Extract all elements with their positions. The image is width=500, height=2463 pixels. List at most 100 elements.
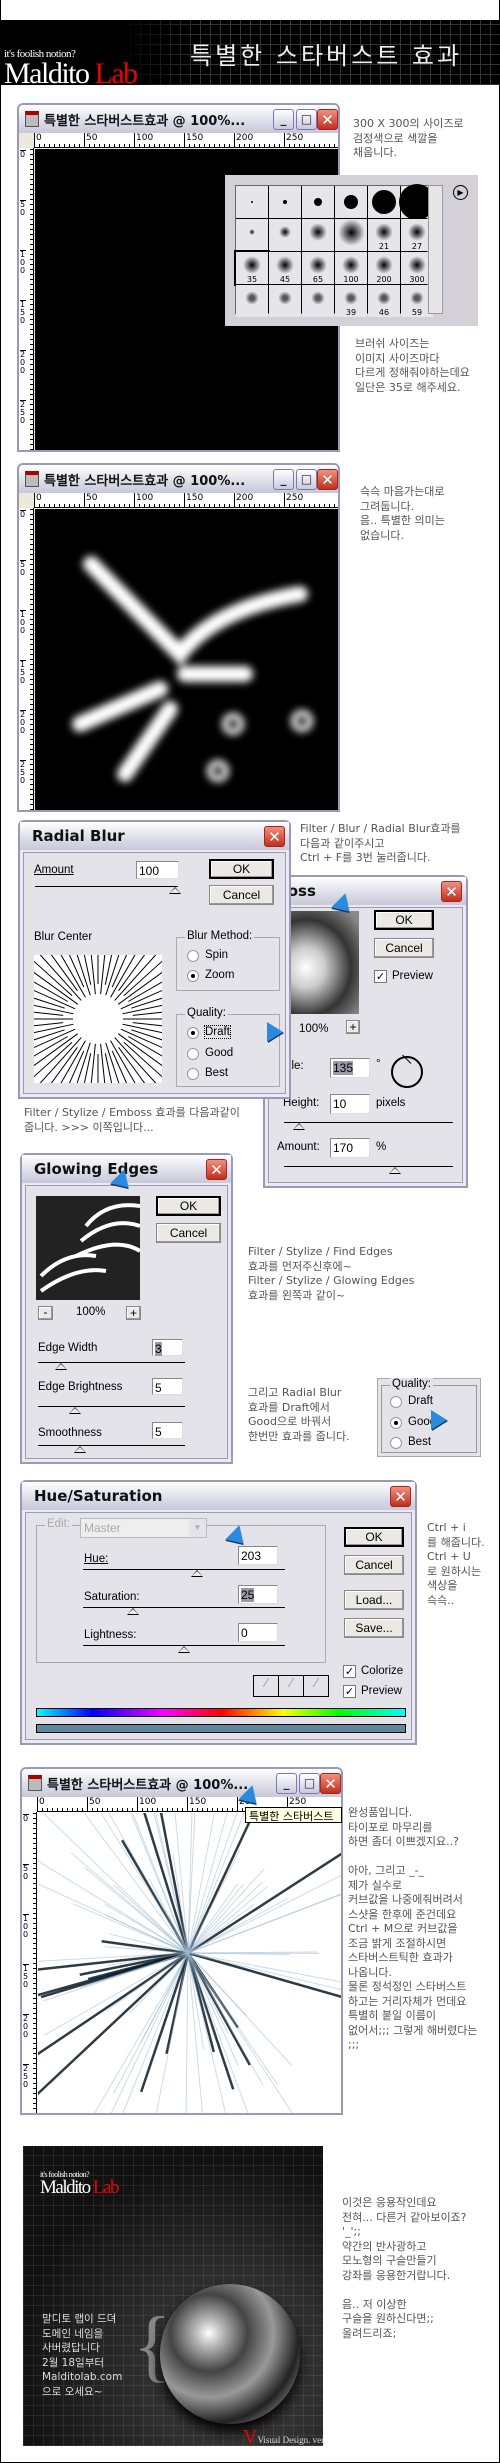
saturation-field[interactable]: 25 [238,1585,278,1604]
amount-slider-thumb[interactable] [389,1167,401,1174]
cancel-button[interactable]: Cancel [374,938,434,958]
edge-brightness-field[interactable]: 5 [152,1378,183,1395]
save-button[interactable]: Save... [344,1618,404,1638]
maximize-button[interactable]: □ [296,109,317,130]
brush-tip[interactable] [236,285,268,317]
minimize-button[interactable]: _ [273,109,294,130]
blur-center-preview[interactable] [34,955,162,1083]
brush-tip[interactable] [335,219,367,251]
minimize-button[interactable]: _ [276,1773,297,1794]
window-titlebar[interactable]: 특별한 스타버스트효과 @ 100%... _ □ ✕ [19,465,338,493]
minimize-button[interactable]: _ [273,469,294,490]
brush-tip[interactable] [368,186,400,218]
ok-button[interactable]: OK [344,1527,404,1547]
ruler-label: 100 [134,493,153,508]
preview-checkbox[interactable]: ✓ [374,970,387,983]
close-button[interactable]: ✕ [441,881,462,902]
height-slider-thumb[interactable] [293,1123,305,1130]
angle-field[interactable]: 135 [330,1058,370,1078]
brush-tip[interactable]: 21 [368,219,400,251]
ok-button[interactable]: OK [374,910,434,930]
brush-tip[interactable]: 35 [236,252,268,284]
note-step-10: 이것은 응용작인데요 전혀... 다른거 같아보이죠? '_';; 약간의 반사… [342,2196,467,2341]
zoom-radio[interactable] [187,970,199,982]
eyedropper-icon[interactable]: ⁄ [254,1676,279,1696]
brush-scrollbar[interactable] [428,185,443,314]
amount-slider-thumb[interactable] [169,887,181,894]
smoothness-thumb[interactable] [74,1446,86,1453]
preview-checkbox[interactable]: ✓ [343,1685,356,1698]
good-radio[interactable] [187,1048,199,1060]
best-radio[interactable] [390,1437,402,1449]
amount-field[interactable]: 170 [330,1138,370,1158]
ruler-label: 0 [20,510,26,519]
saturation-slider-thumb[interactable] [127,1608,139,1615]
zoom-in-button[interactable]: + [126,1306,141,1320]
brush-tip[interactable] [236,219,268,251]
spin-radio[interactable] [187,950,199,962]
brush-tip[interactable]: 46 [368,285,400,317]
maximize-button[interactable]: □ [299,1773,320,1794]
edge-brightness-thumb[interactable] [69,1407,81,1414]
brush-tip[interactable] [236,186,268,218]
blur-ray [133,1023,162,1029]
close-button[interactable]: ✕ [320,1773,341,1794]
ok-button[interactable]: OK [209,859,274,879]
eyedropper-minus-icon[interactable]: ⁄ [304,1676,328,1696]
hue-slider-thumb[interactable] [191,1570,203,1577]
draft-radio[interactable] [390,1396,402,1408]
panel-menu-arrow-icon[interactable]: ▶ [453,185,468,200]
burst-ray [38,1953,188,2074]
zoom-in-button[interactable]: + [346,1020,360,1034]
close-button[interactable]: ✕ [317,469,338,490]
close-button[interactable]: ✕ [206,1159,227,1180]
colorize-checkbox[interactable]: ✓ [343,1665,356,1678]
brush-tip[interactable] [302,186,334,218]
angle-dial[interactable] [391,1056,423,1088]
window-titlebar[interactable]: 특별한 스타버스트효과 @ 100%... _ □ ✕ [19,105,338,133]
edge-brightness-slider[interactable] [38,1406,185,1407]
best-radio[interactable] [187,1068,199,1080]
window-titlebar[interactable]: 특별한 스타버스트효과 @ 100%... _ □ ✕ [22,1769,341,1797]
brush-tip[interactable]: 65 [302,252,334,284]
load-button[interactable]: Load... [344,1590,404,1610]
brush-tip[interactable] [302,219,334,251]
brush-tip[interactable]: 39 [335,285,367,317]
cancel-button[interactable]: Cancel [344,1555,404,1575]
smoothness-field[interactable]: 5 [152,1422,183,1439]
eyedropper-plus-icon[interactable]: ⁄ [279,1676,304,1696]
hue-field[interactable]: 203 [238,1546,278,1565]
edge-width-thumb[interactable] [55,1363,67,1370]
amount-field[interactable]: 100 [136,861,179,879]
draft-radio[interactable] [187,1027,199,1039]
brush-tip[interactable] [269,186,301,218]
blur-ray [133,1009,162,1015]
close-button[interactable]: ✕ [390,1486,411,1507]
brush-tip[interactable] [302,285,334,317]
cancel-button[interactable]: Cancel [156,1223,221,1243]
brush-tip[interactable]: 200 [368,252,400,284]
height-field[interactable]: 10 [330,1094,370,1114]
height-slider[interactable] [284,1122,453,1123]
brush-tip[interactable]: 45 [269,252,301,284]
cancel-button[interactable]: Cancel [209,885,274,905]
lightness-field[interactable]: 0 [238,1623,278,1642]
close-button[interactable]: ✕ [317,109,338,130]
edit-dropdown[interactable]: Master ▼ [80,1518,207,1538]
maximize-button[interactable]: □ [296,469,317,490]
brush-tip[interactable] [335,186,367,218]
close-button[interactable]: ✕ [264,826,285,847]
brush-tip[interactable] [269,219,301,251]
amount-slider[interactable] [35,886,178,887]
ok-button[interactable]: OK [156,1196,221,1216]
brush-tip[interactable]: 100 [335,252,367,284]
hue-slider[interactable] [83,1569,285,1570]
zoom-out-button[interactable]: - [38,1306,53,1320]
edge-width-field[interactable]: 3 [152,1339,183,1356]
good-radio[interactable] [390,1417,402,1429]
lightness-slider-thumb[interactable] [178,1646,190,1653]
brush-tip[interactable] [269,285,301,317]
amount-slider[interactable] [284,1166,453,1167]
smoothness-slider[interactable] [38,1445,185,1446]
saturation-slider[interactable] [83,1607,285,1608]
